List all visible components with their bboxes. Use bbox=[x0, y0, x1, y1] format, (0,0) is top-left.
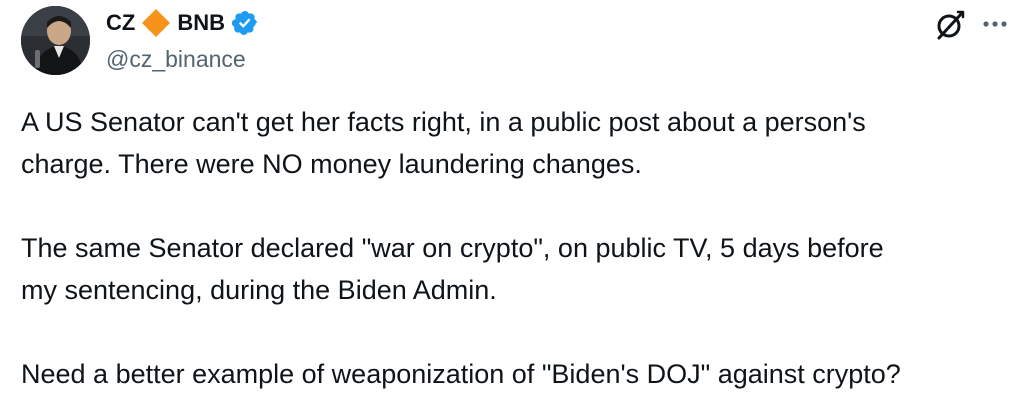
more-options-icon[interactable] bbox=[978, 12, 1012, 36]
tweet-line: charge. There were NO money laundering c… bbox=[21, 149, 642, 179]
tweet-text: A US Senator can't get her facts right, … bbox=[21, 101, 1021, 395]
author-name-row[interactable]: CZ BNB bbox=[106, 8, 259, 38]
tweet-line: A US Senator can't get her facts right, … bbox=[21, 107, 866, 137]
tweet-line: my sentencing, during the Biden Admin. bbox=[21, 275, 497, 305]
avatar[interactable] bbox=[21, 6, 90, 75]
verified-badge-icon[interactable] bbox=[231, 9, 259, 37]
author-name-suffix[interactable]: BNB bbox=[177, 8, 225, 38]
grok-icon[interactable] bbox=[934, 9, 966, 41]
author-name-prefix[interactable]: CZ bbox=[106, 8, 135, 38]
tweet-line: Need a better example of weaponization o… bbox=[21, 359, 901, 389]
author-handle[interactable]: @cz_binance bbox=[106, 44, 246, 74]
orange-diamond-icon bbox=[141, 8, 171, 38]
tweet-line: The same Senator declared "war on crypto… bbox=[21, 233, 884, 263]
